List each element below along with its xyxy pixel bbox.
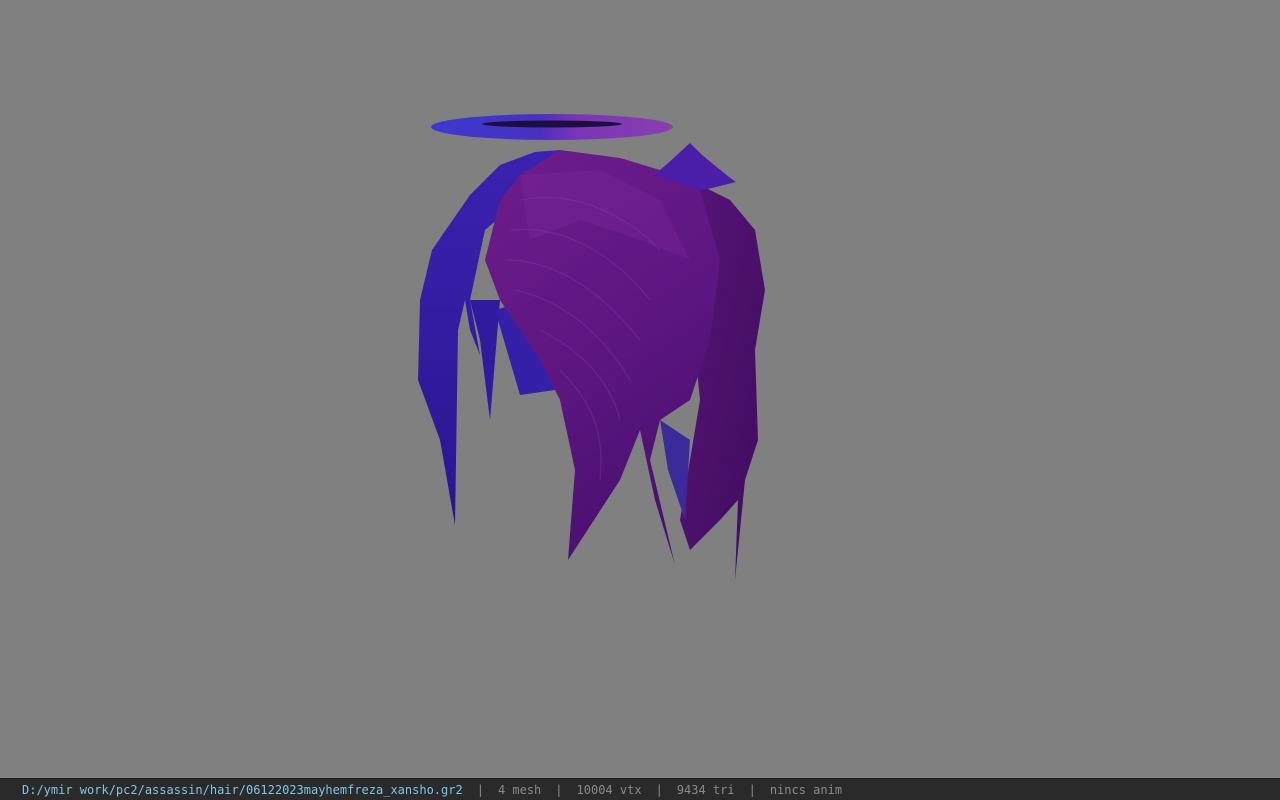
animation-status-label: nincs anim [769,782,843,797]
hair-model [418,114,765,580]
mesh-count-label: 4 mesh [497,782,542,797]
separator: | [555,782,563,797]
separator: | [748,782,756,797]
3d-viewport[interactable] [0,0,1280,778]
separator: | [655,782,663,797]
file-path-label: D:/ymir work/pc2/assassin/hair/06122023m… [22,782,463,797]
triangle-count-label: 9434 tri [676,782,735,797]
halo-ring [431,114,673,140]
status-bar: D:/ymir work/pc2/assassin/hair/06122023m… [0,778,1280,800]
separator: | [476,782,484,797]
vertex-count-label: 10004 vtx [576,782,642,797]
